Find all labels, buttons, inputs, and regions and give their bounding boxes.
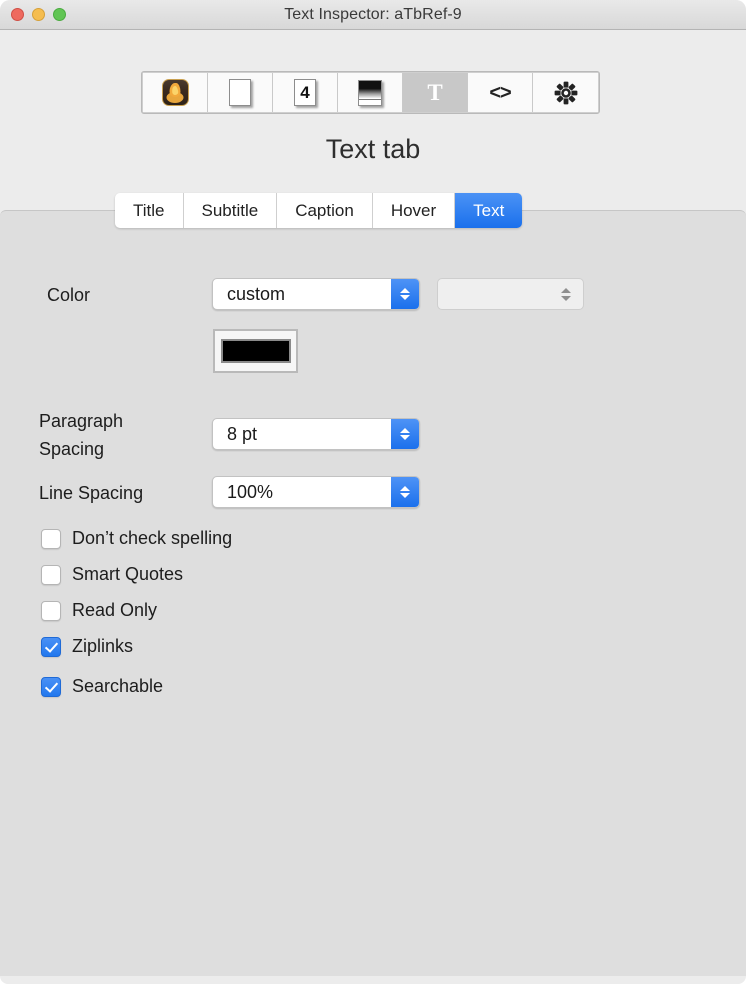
- toolbar-item-page-number[interactable]: 4: [273, 73, 338, 112]
- tab-hover[interactable]: Hover: [372, 193, 456, 228]
- toolbar-item-code[interactable]: <>: [468, 73, 533, 112]
- searchable-checkbox[interactable]: [41, 676, 61, 697]
- gear-icon: [554, 81, 577, 104]
- ziplinks-checkbox[interactable]: [41, 636, 61, 657]
- tab-bar[interactable]: Title Subtitle Caption Hover Text: [115, 193, 523, 228]
- title-bar: Text Inspector: aTbRef-9: [0, 0, 746, 30]
- page-icon: [229, 79, 251, 106]
- dont-check-spelling-label: Don’t check spelling: [72, 528, 233, 548]
- line-spacing-value: 100%: [227, 481, 274, 502]
- checkbox-row-ziplinks[interactable]: Ziplinks: [41, 636, 133, 657]
- tab-caption[interactable]: Caption: [277, 193, 373, 228]
- color-swatch[interactable]: [220, 339, 291, 363]
- toolbar-item-text[interactable]: T: [403, 73, 468, 112]
- smart-quotes-label: Smart Quotes: [72, 564, 184, 584]
- code-brackets-icon: <>: [489, 81, 511, 104]
- paragraph-spacing-label-line1: Paragraph: [39, 411, 124, 431]
- smart-quotes-checkbox[interactable]: [41, 564, 61, 585]
- checkbox-row-searchable[interactable]: Searchable: [41, 676, 163, 697]
- text-t-icon: T: [427, 80, 443, 105]
- read-only-label: Read Only: [72, 600, 158, 620]
- toolbar-item-appearance[interactable]: [338, 73, 403, 112]
- text-inspector-window: Text Inspector: aTbRef-9 4 T <> Text tab…: [0, 0, 746, 984]
- paragraph-spacing-label-line2: Spacing: [39, 439, 105, 459]
- color-secondary-popup[interactable]: [437, 278, 584, 310]
- tab-text[interactable]: Text: [455, 193, 523, 228]
- flame-icon: [161, 79, 189, 106]
- toolbar-item-flame[interactable]: [143, 73, 208, 112]
- paragraph-spacing-popup[interactable]: 8 pt: [212, 418, 420, 450]
- color-mode-popup[interactable]: custom: [212, 278, 420, 310]
- toolbar-item-settings[interactable]: [533, 73, 598, 112]
- color-secondary-stepper[interactable]: [553, 279, 579, 309]
- content-panel: [0, 210, 746, 976]
- checkbox-row-smart-quotes[interactable]: Smart Quotes: [41, 564, 183, 585]
- window-title: Text Inspector: aTbRef-9: [284, 6, 462, 23]
- page-title: Text tab: [325, 134, 421, 164]
- ziplinks-label: Ziplinks: [72, 636, 134, 656]
- page-number-icon: 4: [294, 79, 316, 106]
- checkbox-row-read-only[interactable]: Read Only: [41, 600, 157, 621]
- line-spacing-stepper[interactable]: [391, 477, 419, 507]
- color-label: Color: [47, 285, 91, 305]
- color-swatch-well[interactable]: [213, 329, 298, 373]
- searchable-label: Searchable: [72, 676, 164, 696]
- paragraph-spacing-stepper[interactable]: [391, 419, 419, 449]
- tab-title[interactable]: Title: [115, 193, 184, 228]
- inspector-toolbar[interactable]: 4 T <>: [141, 71, 600, 114]
- line-spacing-label: Line Spacing: [39, 483, 144, 503]
- tab-subtitle[interactable]: Subtitle: [183, 193, 278, 228]
- toolbar-item-document[interactable]: [208, 73, 273, 112]
- checkbox-row-spelling[interactable]: Don’t check spelling: [41, 528, 232, 549]
- line-spacing-popup[interactable]: 100%: [212, 476, 420, 508]
- paragraph-spacing-value: 8 pt: [227, 423, 258, 444]
- stacked-page-icon: [358, 79, 382, 106]
- color-mode-stepper[interactable]: [391, 279, 419, 309]
- read-only-checkbox[interactable]: [41, 600, 61, 621]
- dont-check-spelling-checkbox[interactable]: [41, 528, 61, 549]
- color-mode-value: custom: [227, 283, 286, 304]
